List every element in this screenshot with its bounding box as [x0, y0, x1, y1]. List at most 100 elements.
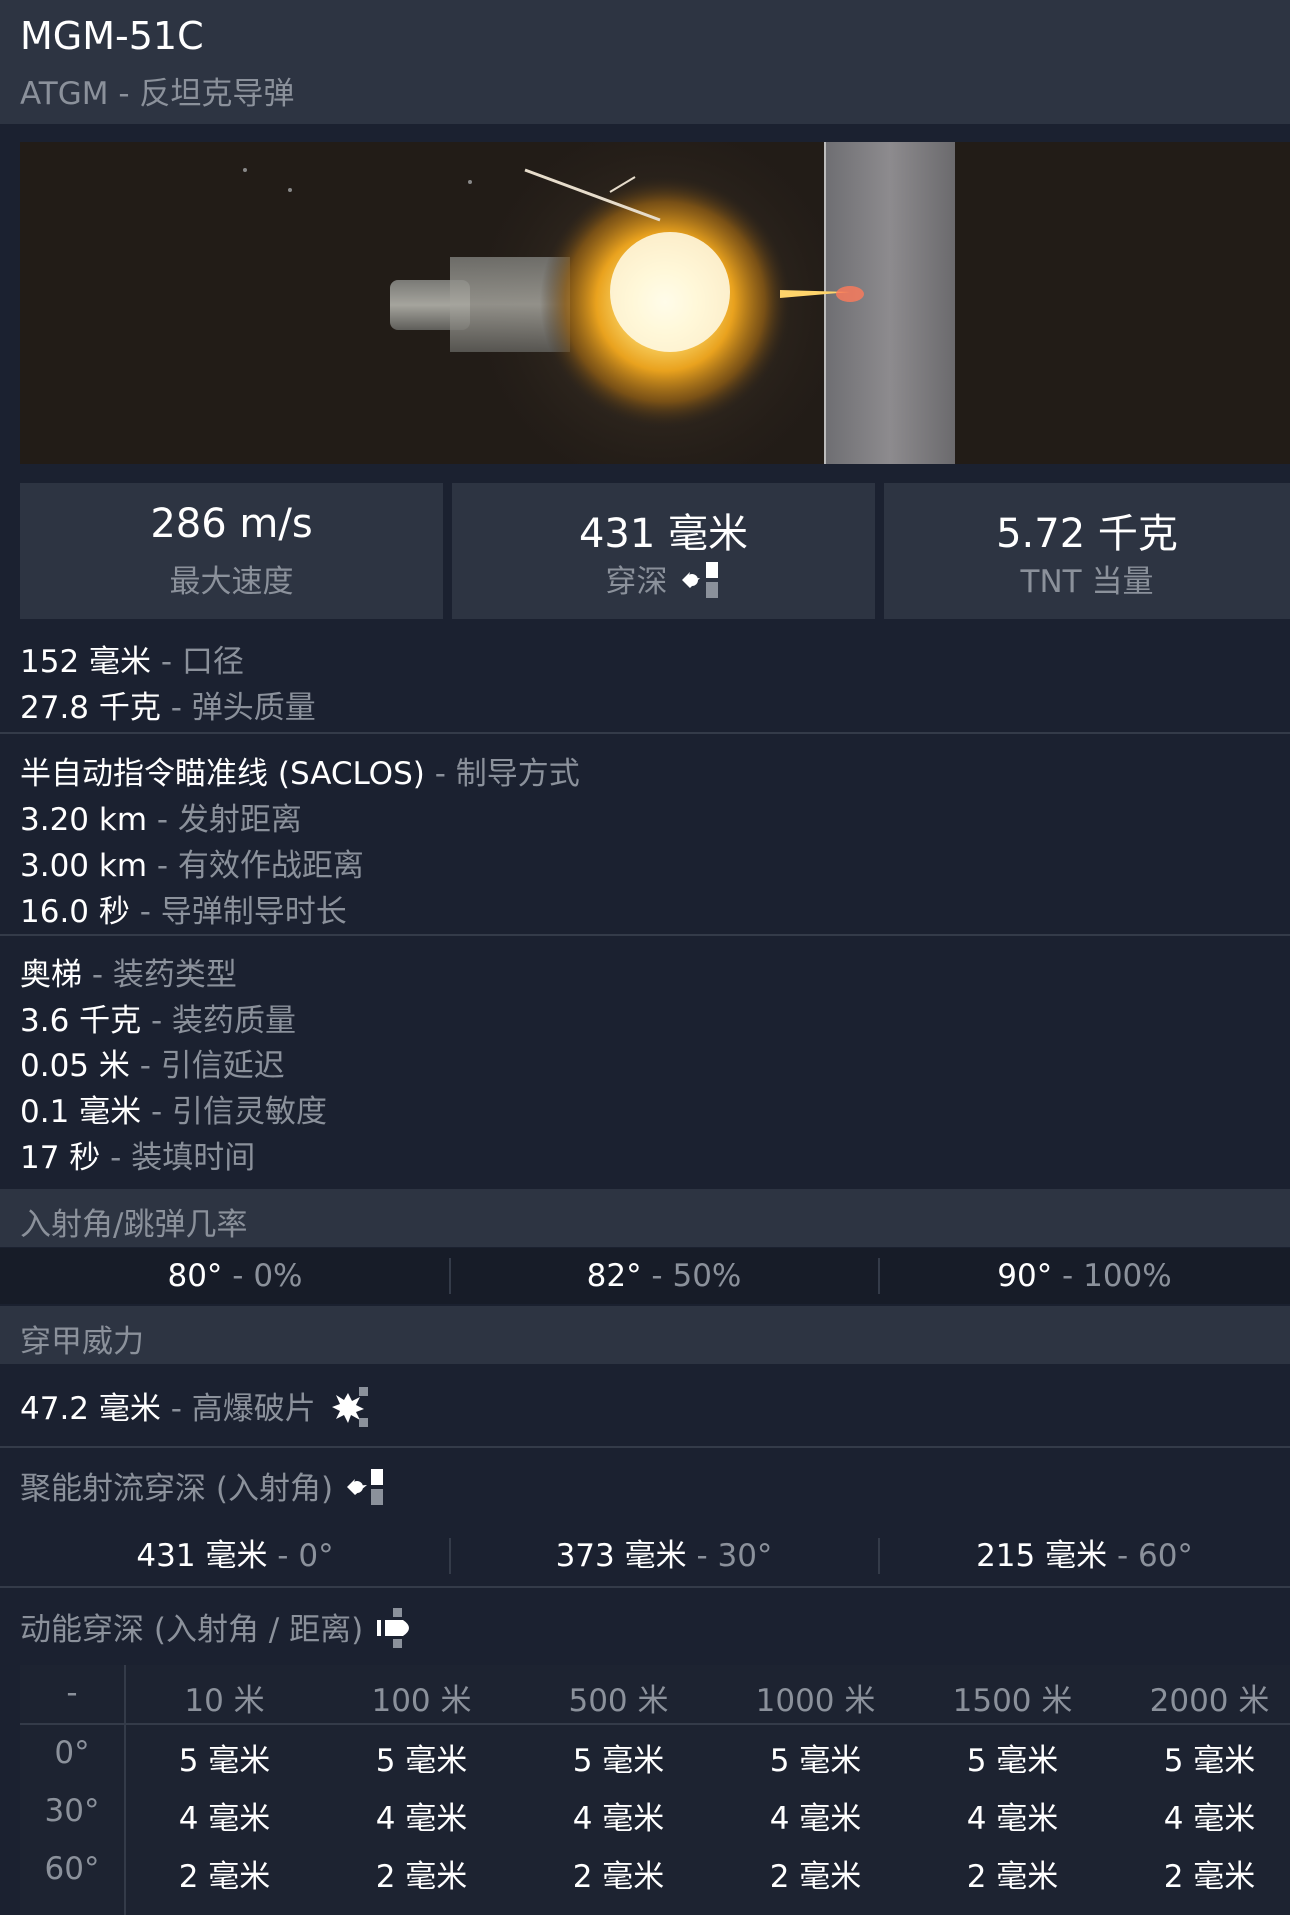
divider: [0, 934, 1290, 936]
stat-value: 5.72 千克: [996, 511, 1178, 557]
row-desc: - 口径: [151, 644, 244, 680]
stat-row-fuse-delay: 0.05 米 - 引信延迟: [20, 1040, 285, 1085]
stat-row-fuse-sensitivity: 0.1 毫米 - 引信灵敏度: [20, 1086, 327, 1131]
kinetic-penetration-icon: [373, 1606, 419, 1658]
divider: [0, 732, 1290, 734]
stat-label: 最大速度: [169, 564, 294, 600]
row-desc: - 高爆破片: [160, 1391, 316, 1427]
cell-value: 215 毫米: [976, 1538, 1108, 1574]
column-header: 2000 米: [1149, 1683, 1270, 1719]
row-desc: - 制导方式: [424, 756, 580, 792]
stat-row-he-fragmentation: 47.2 毫米 - 高爆破片: [20, 1383, 370, 1437]
heat-cell: 215 毫米 - 60°: [879, 1528, 1290, 1584]
column-header: 100 米: [371, 1683, 472, 1719]
he-fragmentation-icon: [326, 1385, 370, 1437]
cell-desc: - 100%: [1052, 1258, 1172, 1294]
row-header: 30°: [44, 1793, 100, 1829]
table-corner: -: [66, 1675, 78, 1711]
ricochet-cell: 90° - 100%: [879, 1248, 1290, 1304]
stat-row-caliber: 152 毫米 - 口径: [20, 636, 244, 681]
row-desc: - 装药类型: [82, 957, 237, 993]
stat-label-text: 穿深: [605, 564, 668, 600]
row-value: 3.6 千克: [20, 1003, 142, 1039]
stat-tiles: 286 m/s 最大速度 431 毫米 穿深 5.72 千克 TNT 当量: [20, 483, 1290, 619]
cell-desc: - 0%: [222, 1258, 303, 1294]
stat-row-effective-range: 3.00 km - 有效作战距离: [20, 840, 364, 885]
section-title: 入射角/跳弹几率: [20, 1207, 248, 1243]
column-header: 1000 米: [755, 1683, 876, 1719]
row-desc: - 发射距离: [147, 802, 302, 838]
table-cell: 5 毫米: [1163, 1743, 1256, 1779]
stat-row-guidance: 半自动指令瞄准线 (SACLOS) - 制导方式: [20, 748, 580, 793]
stat-tnt-equivalent: 5.72 千克 TNT 当量: [884, 483, 1290, 619]
ammo-title: MGM-51C: [20, 14, 204, 58]
stat-value: 431 毫米: [578, 511, 749, 557]
section-header-kinetic-penetration: 动能穿深 (入射角 / 距离): [20, 1604, 419, 1658]
table-cell: 5 毫米: [769, 1743, 862, 1779]
section-header-armor-power: 穿甲威力: [0, 1306, 1290, 1364]
row-desc: - 弹头质量: [160, 690, 316, 726]
table-cell: 5 毫米: [966, 1743, 1059, 1779]
row-value: 0.05 米: [20, 1048, 130, 1084]
cell-desc: - 60°: [1107, 1538, 1193, 1574]
row-header: 60°: [44, 1851, 100, 1887]
stat-label: TNT 当量: [1020, 564, 1154, 600]
cell-value: 90°: [997, 1258, 1053, 1294]
divider: [0, 1586, 1290, 1588]
table-cell: 2 毫米: [178, 1859, 271, 1895]
table-cell: 4 毫米: [178, 1801, 271, 1837]
cell-value: 431 毫米: [136, 1538, 268, 1574]
section-header-heat-penetration: 聚能射流穿深 (入射角): [20, 1463, 387, 1517]
cell-desc: - 50%: [641, 1258, 742, 1294]
window-header: MGM-51C ATGM - 反坦克导弹: [0, 0, 1290, 124]
cell-value: 80°: [167, 1258, 223, 1294]
row-value: 47.2 毫米: [20, 1391, 161, 1427]
table-cell: 5 毫米: [572, 1743, 665, 1779]
shaped-charge-jet-icon: [343, 1465, 387, 1517]
column-header: 1500 米: [952, 1683, 1073, 1719]
row-desc: - 引信延迟: [129, 1048, 285, 1084]
column-header: 10 米: [184, 1683, 265, 1719]
kinetic-penetration-table: - 10 米 100 米 500 米 1000 米 1500 米 2000 米 …: [20, 1665, 1290, 1915]
row-desc: - 有效作战距离: [147, 848, 364, 884]
table-cell: 5 毫米: [178, 1743, 271, 1779]
row-value: 17 秒: [20, 1140, 101, 1176]
impact-preview-image: [20, 142, 1290, 464]
ammo-subtitle: ATGM - 反坦克导弹: [20, 76, 295, 112]
row-value: 3.00 km: [20, 848, 148, 884]
stat-label: 穿深: [452, 556, 875, 608]
stat-row-explosive-mass: 3.6 千克 - 装药质量: [20, 995, 296, 1040]
stat-max-speed: 286 m/s 最大速度: [20, 483, 443, 619]
row-value: 152 毫米: [20, 644, 152, 680]
cell-value: 373 毫米: [555, 1538, 687, 1574]
heat-cell: 431 毫米 - 0°: [20, 1528, 450, 1584]
heat-penetration-table: 431 毫米 - 0° 373 毫米 - 30° 215 毫米 - 60°: [0, 1528, 1290, 1584]
divider: [0, 1446, 1290, 1448]
ricochet-cell: 82° - 50%: [450, 1248, 878, 1304]
table-cell: 4 毫米: [966, 1801, 1059, 1837]
column-header: 500 米: [568, 1683, 669, 1719]
section-header-ricochet: 入射角/跳弹几率: [0, 1189, 1290, 1247]
table-cell: 4 毫米: [1163, 1801, 1256, 1837]
heat-cell: 373 毫米 - 30°: [450, 1528, 878, 1584]
row-desc: - 装药质量: [141, 1003, 297, 1039]
shaped-charge-penetration-icon: [678, 560, 722, 608]
table-cell: 4 毫米: [572, 1801, 665, 1837]
table-cell: 4 毫米: [769, 1801, 862, 1837]
table-cell: 2 毫米: [375, 1859, 468, 1895]
divider: [20, 1723, 1290, 1725]
table-cell: 2 毫米: [572, 1859, 665, 1895]
section-title: 聚能射流穿深 (入射角): [20, 1471, 334, 1507]
stat-row-guidance-time: 16.0 秒 - 导弹制导时长: [20, 886, 347, 931]
cell-value: 82°: [586, 1258, 642, 1294]
table-cell: 2 毫米: [966, 1859, 1059, 1895]
table-cell: 5 毫米: [375, 1743, 468, 1779]
stat-row-launch-range: 3.20 km - 发射距离: [20, 794, 302, 839]
section-title: 穿甲威力: [20, 1324, 144, 1360]
row-value: 16.0 秒: [20, 894, 130, 930]
stat-row-warhead-mass: 27.8 千克 - 弹头质量: [20, 682, 316, 727]
stat-penetration: 431 毫米 穿深: [452, 483, 875, 619]
row-desc: - 装填时间: [100, 1140, 256, 1176]
row-value: 奥梯: [20, 957, 82, 993]
row-value: 3.20 km: [20, 802, 148, 838]
